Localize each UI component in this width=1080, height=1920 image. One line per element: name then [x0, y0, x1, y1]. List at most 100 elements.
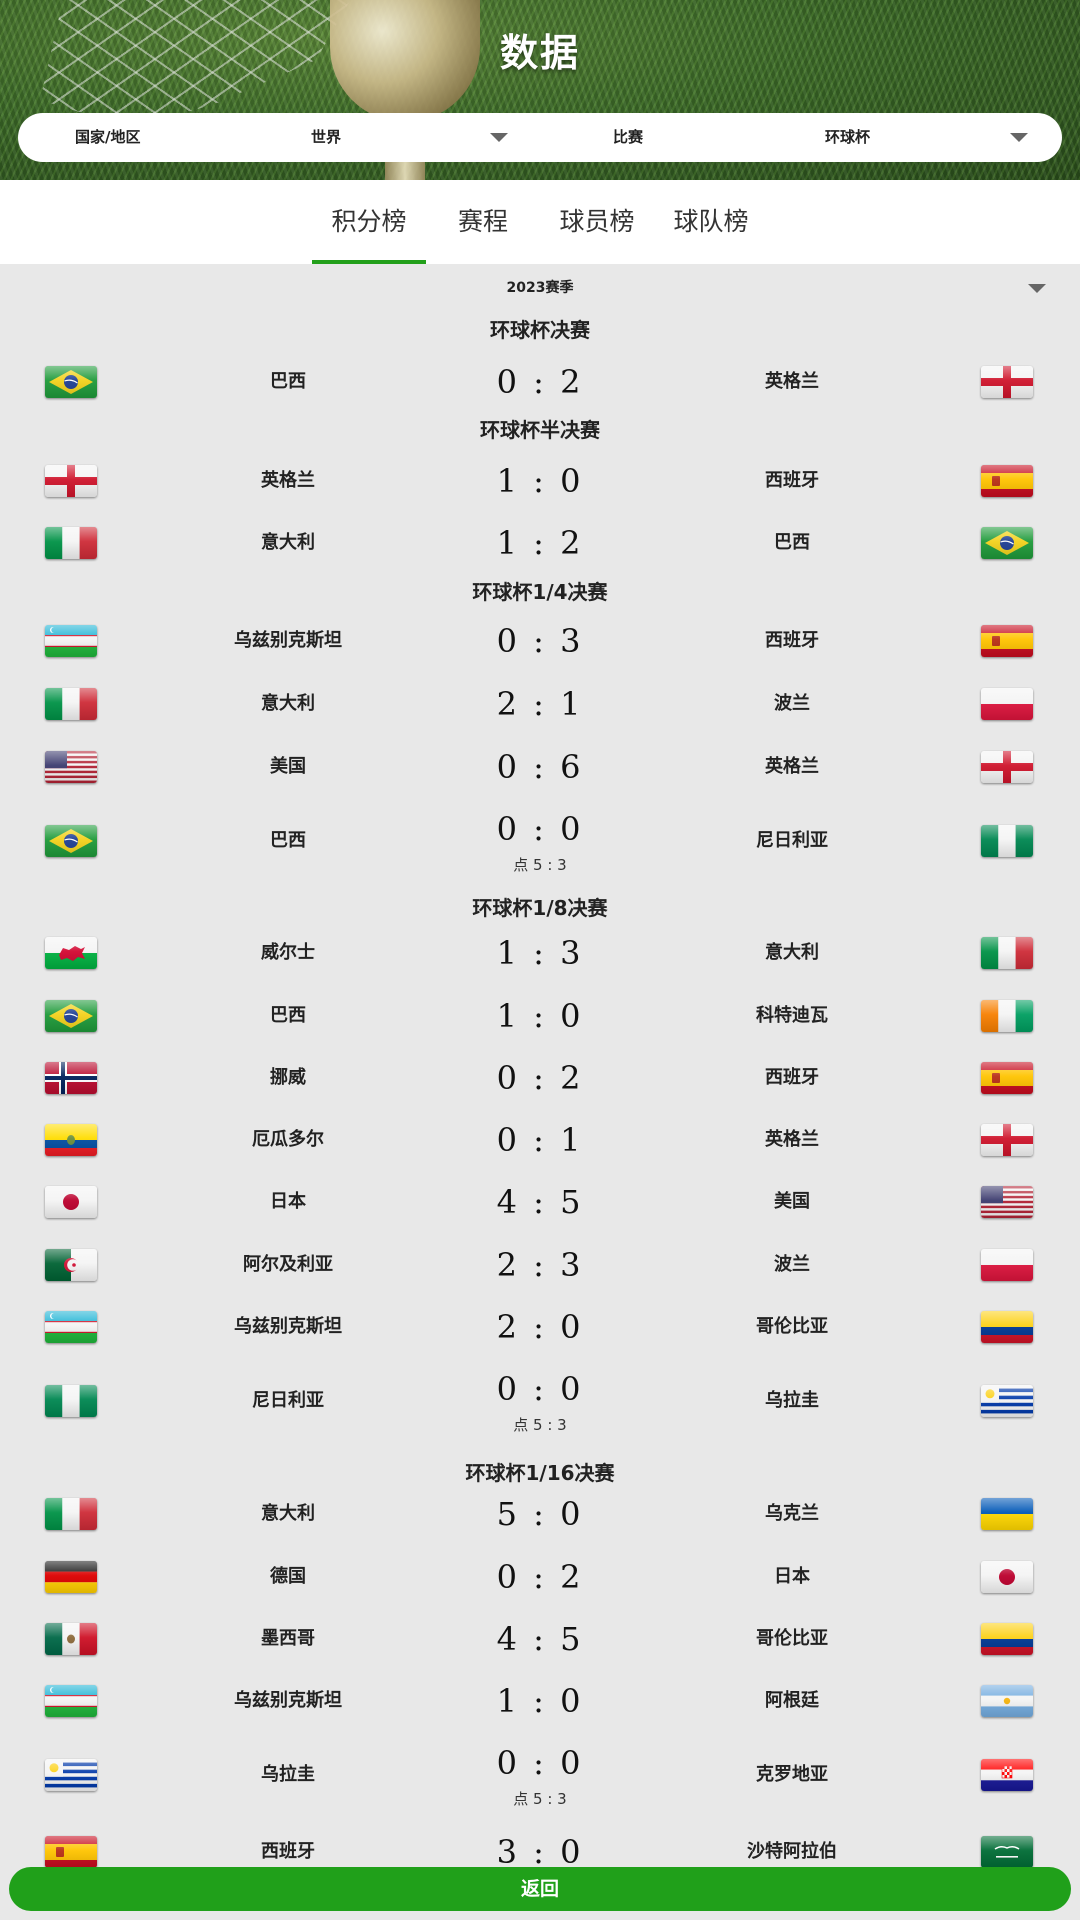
home-team-name: 日本 [270, 1191, 306, 1212]
away-team-name: 波兰 [774, 1254, 810, 1275]
tab-player-rankings[interactable]: 球员榜 [540, 202, 654, 242]
filter-bar: 国家/地区 世界 比赛 环球杯 [18, 113, 1062, 162]
back-button[interactable]: 返回 [9, 1867, 1071, 1911]
brazil-flag-icon [981, 527, 1033, 559]
italy-flag-icon [45, 688, 97, 720]
argentina-flag-icon [981, 1685, 1033, 1717]
match-score: 1 : 0 [496, 1682, 584, 1720]
away-team-name: 意大利 [765, 942, 819, 963]
season-chevron-down-icon[interactable] [1028, 284, 1046, 293]
germany-flag-icon [45, 1561, 97, 1593]
match-score: 0 : 3 [496, 622, 584, 660]
uzbekistan-flag-icon [45, 625, 97, 657]
home-team-name: 乌兹别克斯坦 [234, 1690, 342, 1711]
region-chevron-down-icon[interactable] [490, 133, 508, 142]
nigeria-flag-icon [45, 1385, 97, 1417]
wales-flag-icon [45, 937, 97, 969]
home-team-name: 乌兹别克斯坦 [234, 630, 342, 651]
match-score: 2 : 1 [496, 685, 584, 723]
round-title: 环球杯决赛 [490, 318, 590, 342]
match-score: 1 : 3 [496, 934, 584, 972]
home-team-name: 乌兹别克斯坦 [234, 1316, 342, 1337]
away-team-name: 西班牙 [765, 1067, 819, 1088]
england-flag-icon [45, 465, 97, 497]
home-team-name: 乌拉圭 [261, 1764, 315, 1785]
away-team-name: 哥伦比亚 [756, 1316, 828, 1337]
region-label: 国家/地区 [75, 128, 141, 146]
home-team-name: 尼日利亚 [252, 1390, 324, 1411]
tab-schedule[interactable]: 赛程 [440, 202, 526, 242]
away-team-name: 波兰 [774, 693, 810, 714]
mexico-flag-icon [45, 1623, 97, 1655]
competition-select[interactable]: 环球杯 [825, 113, 870, 162]
home-team-name: 巴西 [270, 1005, 306, 1026]
away-team-name: 沙特阿拉伯 [747, 1841, 837, 1862]
away-team-name: 阿根廷 [765, 1690, 819, 1711]
match-score: 0 : 0 [496, 1744, 584, 1782]
away-team-name: 乌拉圭 [765, 1390, 819, 1411]
penalty-score: 点 5 : 3 [513, 1790, 567, 1808]
uzbekistan-flag-icon [45, 1311, 97, 1343]
japan-flag-icon [981, 1561, 1033, 1593]
competition-chevron-down-icon[interactable] [1010, 133, 1028, 142]
norway-flag-icon [45, 1062, 97, 1094]
ecuador-flag-icon [45, 1124, 97, 1156]
uzbekistan-flag-icon [45, 1685, 97, 1717]
home-team-name: 德国 [270, 1566, 306, 1587]
round-title: 环球杯1/8决赛 [472, 896, 608, 920]
competition-label: 比赛 [613, 128, 644, 146]
england-flag-icon [981, 366, 1033, 398]
header-banner: 数据 国家/地区 世界 比赛 环球杯 [0, 0, 1080, 180]
match-score: 0 : 2 [496, 1558, 584, 1596]
usa-flag-icon [45, 751, 97, 783]
spain-flag-icon [981, 465, 1033, 497]
italy-flag-icon [45, 1498, 97, 1530]
home-team-name: 美国 [270, 756, 306, 777]
away-team-name: 英格兰 [765, 756, 819, 777]
england-flag-icon [981, 1124, 1033, 1156]
match-score: 3 : 0 [496, 1833, 584, 1871]
match-score: 2 : 3 [496, 1246, 584, 1284]
colombia-flag-icon [981, 1623, 1033, 1655]
round-title: 环球杯1/4决赛 [472, 580, 608, 604]
home-team-name: 意大利 [261, 532, 315, 553]
match-score: 0 : 0 [496, 810, 584, 848]
round-title: 环球杯半决赛 [480, 418, 600, 442]
home-team-name: 巴西 [270, 371, 306, 392]
tab-team-rankings[interactable]: 球队榜 [654, 202, 768, 242]
home-team-name: 巴西 [270, 830, 306, 851]
away-team-name: 日本 [774, 1566, 810, 1587]
spain-flag-icon [981, 625, 1033, 657]
home-team-name: 威尔士 [261, 942, 315, 963]
away-team-name: 巴西 [774, 532, 810, 553]
home-team-name: 阿尔及利亚 [243, 1254, 333, 1275]
round-title: 环球杯1/16决赛 [465, 1461, 615, 1485]
region-select[interactable]: 世界 [311, 113, 341, 162]
spain-flag-icon [981, 1062, 1033, 1094]
match-score: 1 : 2 [496, 524, 584, 562]
japan-flag-icon [45, 1186, 97, 1218]
italy-flag-icon [981, 937, 1033, 969]
match-score: 0 : 1 [496, 1121, 584, 1159]
away-team-name: 美国 [774, 1191, 810, 1212]
match-score: 5 : 0 [496, 1495, 584, 1533]
brazil-flag-icon [45, 1000, 97, 1032]
home-team-name: 西班牙 [261, 1841, 315, 1862]
tab-standings[interactable]: 积分榜 [312, 202, 426, 242]
season-selector[interactable]: 2023赛季 [0, 272, 1080, 304]
away-team-name: 哥伦比亚 [756, 1628, 828, 1649]
brazil-flag-icon [45, 825, 97, 857]
match-score: 0 : 0 [496, 1370, 584, 1408]
match-score: 0 : 2 [496, 363, 584, 401]
match-score: 4 : 5 [496, 1183, 584, 1221]
home-team-name: 意大利 [261, 1503, 315, 1524]
page-title: 数据 [499, 31, 580, 75]
uruguay-flag-icon [45, 1759, 97, 1791]
match-score: 0 : 2 [496, 1059, 584, 1097]
croatia-flag-icon [981, 1759, 1033, 1791]
saudi-arabia-flag-icon [981, 1836, 1033, 1868]
usa-flag-icon [981, 1186, 1033, 1218]
penalty-score: 点 5 : 3 [513, 1416, 567, 1434]
away-team-name: 乌克兰 [765, 1503, 819, 1524]
home-team-name: 挪威 [270, 1067, 306, 1088]
